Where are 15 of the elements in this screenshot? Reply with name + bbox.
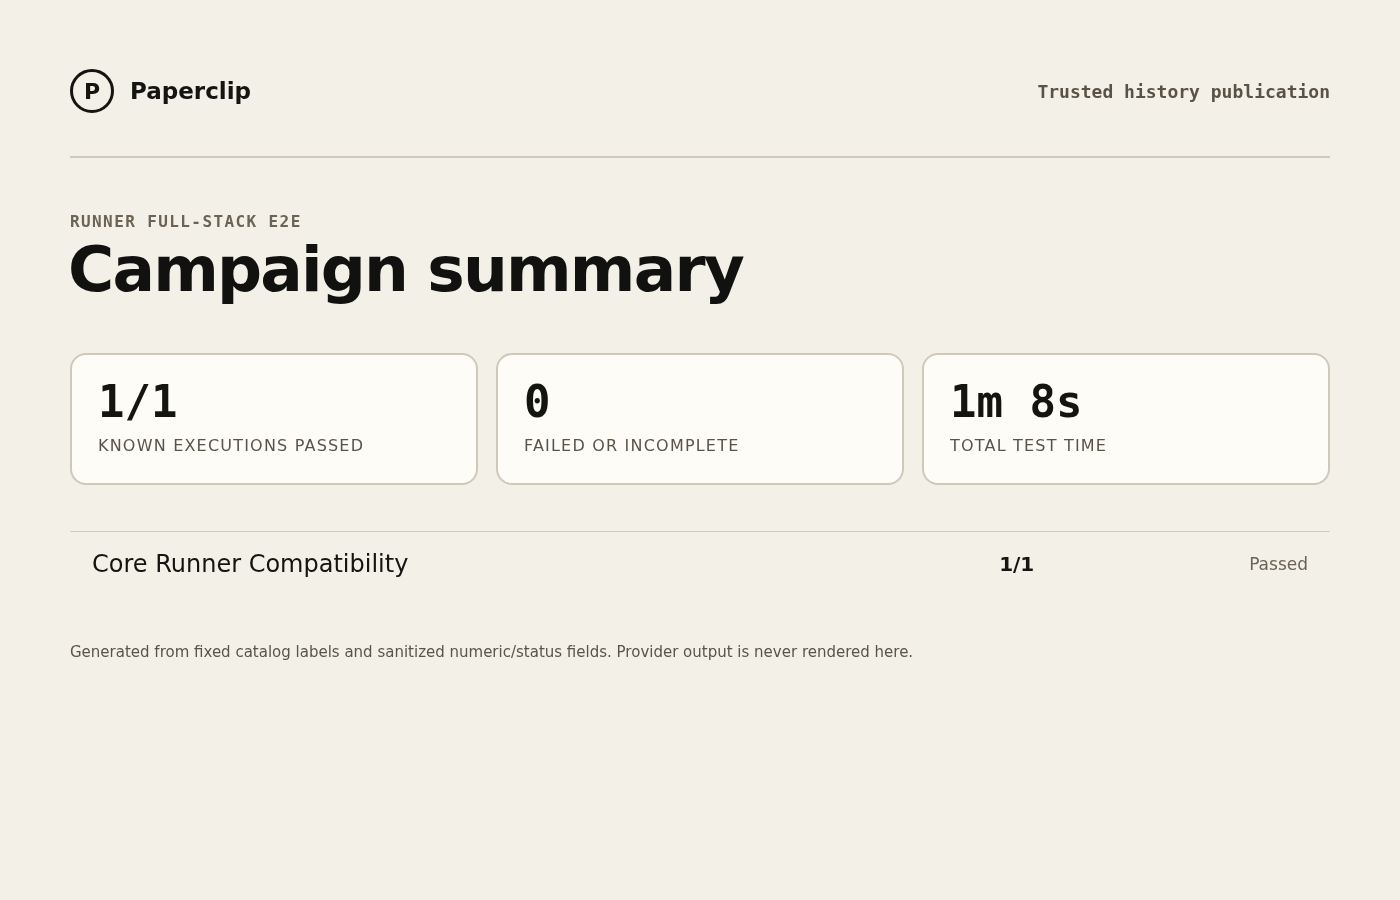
tagline: Trusted history publication (1037, 79, 1330, 104)
stat-label: KNOWN EXECUTIONS PASSED (98, 436, 365, 456)
stat-value: 1m 8s (950, 375, 1083, 429)
stat-value: 1/1 (98, 375, 178, 429)
footnote: Generated from fixed catalog labels and sanitized numeric/status fields. Provider output is never rendered here. (70, 643, 914, 661)
stat-label: FAILED OR INCOMPLETE (524, 436, 740, 456)
suite-count: 1/1 (999, 551, 1036, 578)
suite-name: Core Runner Compatibility (92, 549, 410, 580)
stat-label: TOTAL TEST TIME (950, 436, 1108, 456)
eyebrow-label: RUNNER FULL-STACK E2E (70, 212, 302, 231)
stat-value: 0 (524, 375, 551, 429)
page-title: Campaign summary (68, 233, 743, 306)
brand-name: Paperclip (130, 79, 252, 103)
logo-icon: P (70, 69, 114, 113)
suite-status: Passed (1249, 553, 1308, 576)
